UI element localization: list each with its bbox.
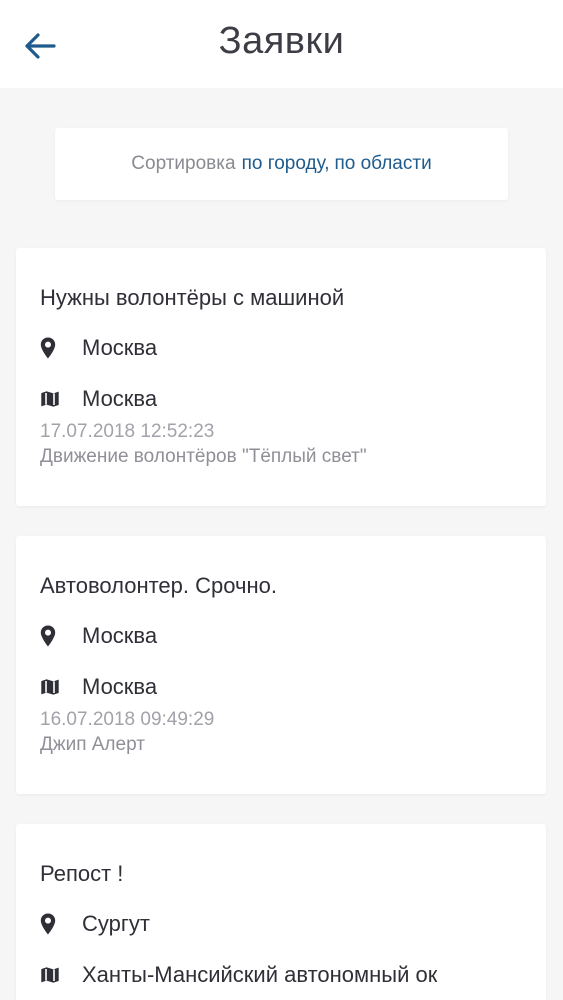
- request-author: Джип Алерт: [40, 734, 145, 755]
- request-card[interactable]: Репост ! Сургут Ханты-Мансийский автоном…: [16, 824, 546, 1000]
- page-title: Заявки: [218, 20, 345, 62]
- request-city: Москва: [82, 623, 158, 648]
- location-pin-icon: [40, 624, 62, 648]
- request-city-row: Сургут: [40, 910, 522, 938]
- app-header: Заявки: [0, 0, 563, 88]
- request-city: Сургут: [82, 911, 150, 936]
- request-region-row: Ханты-Мансийский автономный ок: [40, 961, 522, 989]
- request-title: Нужны волонтёры с машиной: [40, 285, 345, 310]
- request-date: 17.07.2018 12:52:23: [40, 421, 215, 442]
- map-icon: [40, 675, 62, 699]
- sort-by-region-link[interactable]: по области: [334, 153, 431, 175]
- map-icon: [40, 963, 62, 987]
- request-region: Ханты-Мансийский автономный ок: [82, 962, 438, 987]
- request-city: Москва: [82, 335, 158, 360]
- location-pin-icon: [40, 336, 62, 360]
- request-card[interactable]: Нужны волонтёры с машиной Москва Москва …: [16, 248, 546, 506]
- request-region-row: Москва: [40, 673, 522, 701]
- map-icon: [40, 387, 62, 411]
- location-pin-icon: [40, 912, 62, 936]
- request-card[interactable]: Автоволонтер. Срочно. Москва Москва 16.0…: [16, 536, 546, 794]
- request-title: Репост !: [40, 861, 124, 886]
- request-title: Автоволонтер. Срочно.: [40, 573, 277, 598]
- sort-by-city-link[interactable]: по городу,: [242, 153, 330, 175]
- sort-label: Сортировка: [131, 153, 236, 174]
- request-region: Москва: [82, 386, 158, 411]
- request-region-row: Москва: [40, 385, 522, 413]
- request-author: Движение волонтёров "Тёплый свет": [40, 446, 367, 467]
- request-region: Москва: [82, 674, 158, 699]
- sort-panel: Сортировка по городу, по области: [55, 128, 508, 200]
- request-city-row: Москва: [40, 334, 522, 362]
- request-city-row: Москва: [40, 622, 522, 650]
- request-date: 16.07.2018 09:49:29: [40, 709, 215, 730]
